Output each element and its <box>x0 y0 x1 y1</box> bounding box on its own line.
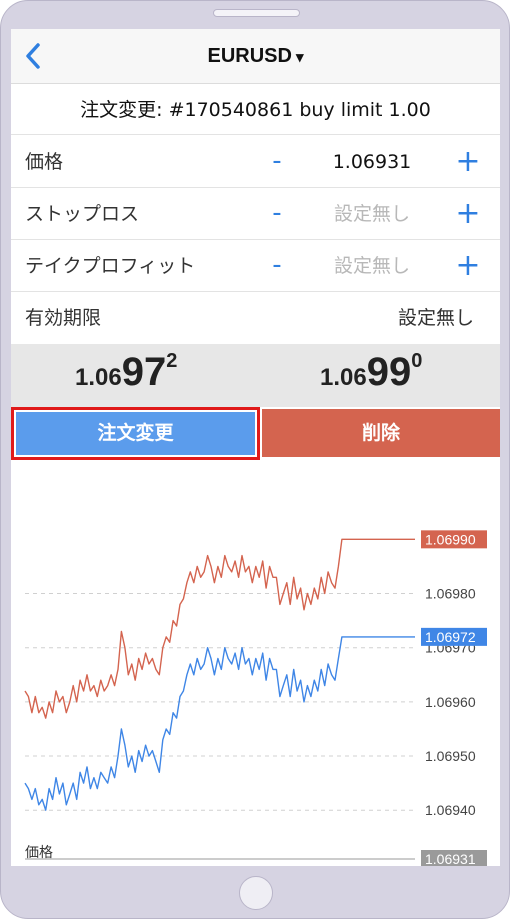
dropdown-caret-icon: ▾ <box>295 49 304 66</box>
ask-price-prefix: 1.06 <box>320 364 367 391</box>
ask-price-line <box>24 538 415 719</box>
symbol-label: EURUSD <box>207 45 292 67</box>
bid-price-line <box>24 636 415 811</box>
stop-loss-increase-button[interactable]: + <box>455 188 481 240</box>
expiry-value[interactable]: 設定無し <box>398 292 474 344</box>
expiry-label: 有効期限 <box>25 307 102 329</box>
bid-price: 1.06972 <box>75 350 177 395</box>
price-row: 価格 - 1.06931 + <box>11 136 500 188</box>
order-price-tag: 1.06931 <box>425 851 476 866</box>
app-screen: EURUSD ▾ 注文変更: #170540861 buy limit 1.00 … <box>11 29 500 866</box>
y-tick-label: 1.06940 <box>425 802 476 818</box>
y-tick-label: 1.06960 <box>425 694 476 710</box>
take-profit-decrease-button[interactable]: - <box>267 240 287 290</box>
y-tick-label: 1.06980 <box>425 586 476 602</box>
phone-frame: EURUSD ▾ 注文変更: #170540861 buy limit 1.00 … <box>0 0 510 919</box>
bid-price-tag: 1.06972 <box>425 629 476 645</box>
ask-price-pips: 99 <box>366 350 412 394</box>
bid-price-prefix: 1.06 <box>75 364 122 391</box>
take-profit-increase-button[interactable]: + <box>455 240 481 292</box>
ask-price: 1.06990 <box>320 350 422 395</box>
stop-loss-row: ストップロス - 設定無し + <box>11 188 500 240</box>
stop-loss-label: ストップロス <box>25 203 140 225</box>
take-profit-label: テイクプロフィット <box>25 255 196 277</box>
order-title: 注文変更: #170540861 buy limit 1.00 <box>11 85 500 135</box>
stop-loss-decrease-button[interactable]: - <box>267 188 287 238</box>
quote-bar: 1.06972 1.06990 <box>11 344 500 407</box>
price-increase-button[interactable]: + <box>455 136 481 188</box>
expiry-row: 有効期限 設定無し <box>11 292 500 344</box>
price-chart: 1.06940 1.06950 1.06960 1.06970 1.06980 1.069… <box>11 469 500 866</box>
delete-order-button[interactable]: 削除 <box>262 409 500 457</box>
ask-price-tag: 1.06990 <box>425 531 476 547</box>
nav-bar: EURUSD ▾ <box>11 29 500 84</box>
stop-loss-value[interactable]: 設定無し <box>307 188 437 240</box>
price-value[interactable]: 1.06931 <box>307 136 437 188</box>
price-decrease-button[interactable]: - <box>267 136 287 186</box>
chart-price-label: 価格 <box>25 845 53 861</box>
modify-order-button[interactable]: 注文変更 <box>11 407 260 460</box>
home-button[interactable] <box>239 876 273 910</box>
speaker-slot <box>213 9 300 17</box>
bid-price-pips: 97 <box>121 350 167 394</box>
ask-price-fraction: 0 <box>411 350 423 372</box>
price-chart-svg: 1.069401.069501.069601.069701.069801.069… <box>24 530 487 866</box>
symbol-selector[interactable]: EURUSD ▾ <box>11 45 500 68</box>
price-label: 価格 <box>25 151 64 173</box>
take-profit-value[interactable]: 設定無し <box>307 240 437 292</box>
take-profit-row: テイクプロフィット - 設定無し + <box>11 240 500 292</box>
bid-price-fraction: 2 <box>166 350 178 372</box>
y-tick-label: 1.06950 <box>425 748 476 764</box>
